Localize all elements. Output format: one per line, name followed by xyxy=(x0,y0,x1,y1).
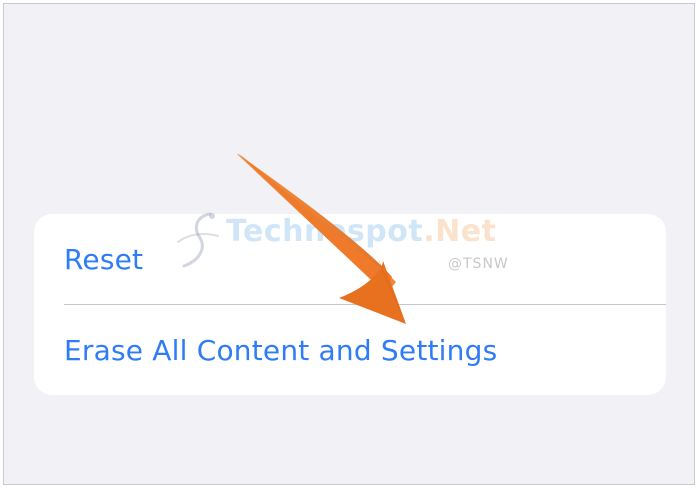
reset-options-group: Reset Erase All Content and Settings xyxy=(34,214,666,395)
reset-row[interactable]: Reset xyxy=(34,214,666,304)
settings-screen: Reset Erase All Content and Settings xyxy=(3,3,695,485)
erase-all-content-label: Erase All Content and Settings xyxy=(64,333,498,367)
reset-label: Reset xyxy=(64,242,144,276)
erase-all-content-row[interactable]: Erase All Content and Settings xyxy=(34,305,666,395)
